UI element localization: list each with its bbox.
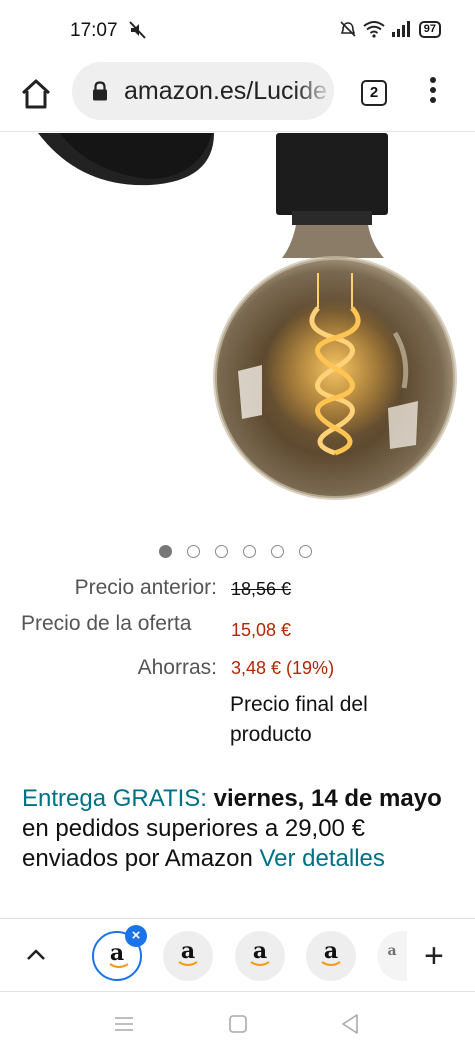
- url-bar[interactable]: amazon.es/Lucide: [72, 62, 334, 120]
- amazon-smile-icon: [109, 963, 129, 968]
- amazon-logo-icon: a: [387, 943, 397, 959]
- delivery-free-label: Entrega GRATIS:: [22, 785, 214, 812]
- tab-amazon[interactable]: a: [235, 931, 285, 981]
- system-nav-bar: [0, 992, 475, 1056]
- status-time: 17:07: [70, 20, 118, 41]
- price-deal-label: Precio de la oferta: [21, 612, 192, 635]
- tab-amazon[interactable]: a: [163, 931, 213, 981]
- delivery-date: viernes, 14 de mayo: [213, 785, 442, 812]
- amazon-smile-icon: [321, 961, 341, 966]
- carousel-dot[interactable]: [271, 545, 284, 558]
- final-price-note: Precio final del producto: [230, 693, 368, 746]
- battery-icon: 97: [418, 20, 441, 38]
- price-deal-value: 15,08 €: [231, 620, 292, 640]
- price-previous-value: 18,56 €: [231, 579, 292, 599]
- carousel-dot[interactable]: [299, 545, 312, 558]
- delivery-details-link[interactable]: Ver detalles: [259, 845, 384, 872]
- carousel-dot[interactable]: [187, 545, 200, 558]
- status-icons: 97: [339, 20, 441, 38]
- amazon-smile-icon: [250, 961, 270, 966]
- close-tab-icon[interactable]: ×: [125, 925, 147, 947]
- tab-strip: a × a a a a +: [0, 918, 475, 992]
- home-nav-icon[interactable]: [226, 1012, 250, 1036]
- carousel-dot-active[interactable]: [159, 545, 172, 558]
- carousel-dot[interactable]: [243, 545, 256, 558]
- status-bar: 17:07 97: [0, 0, 475, 60]
- signal-icon: [391, 21, 410, 37]
- price-previous-label: Precio anterior:: [74, 576, 217, 599]
- overflow-menu-icon[interactable]: [424, 74, 442, 110]
- image-carousel-indicator[interactable]: [159, 545, 312, 558]
- new-tab-button[interactable]: +: [424, 939, 444, 973]
- tab-amazon[interactable]: a: [306, 931, 356, 981]
- mute-icon: [129, 21, 146, 39]
- tab-amazon-partial[interactable]: a: [377, 931, 407, 981]
- price-savings-label: Ahorras:: [137, 656, 217, 679]
- chevron-up-icon[interactable]: [24, 943, 48, 967]
- wifi-icon: [363, 21, 385, 38]
- product-image[interactable]: [0, 133, 475, 528]
- back-icon[interactable]: [338, 1012, 362, 1036]
- recent-apps-icon[interactable]: [112, 1012, 136, 1036]
- price-savings-value: 3,48 € (19%): [231, 658, 335, 678]
- tab-switcher-button[interactable]: 2: [361, 80, 387, 106]
- delivery-info: Entrega GRATIS: viernes, 14 de mayo en p…: [22, 784, 452, 874]
- home-icon[interactable]: [18, 76, 54, 112]
- lock-icon: [93, 81, 107, 101]
- url-fade: [294, 62, 334, 120]
- amazon-smile-icon: [178, 961, 198, 966]
- alarm-off-icon: [340, 21, 356, 37]
- carousel-dot[interactable]: [215, 545, 228, 558]
- browser-toolbar: amazon.es/Lucide 2: [0, 60, 475, 132]
